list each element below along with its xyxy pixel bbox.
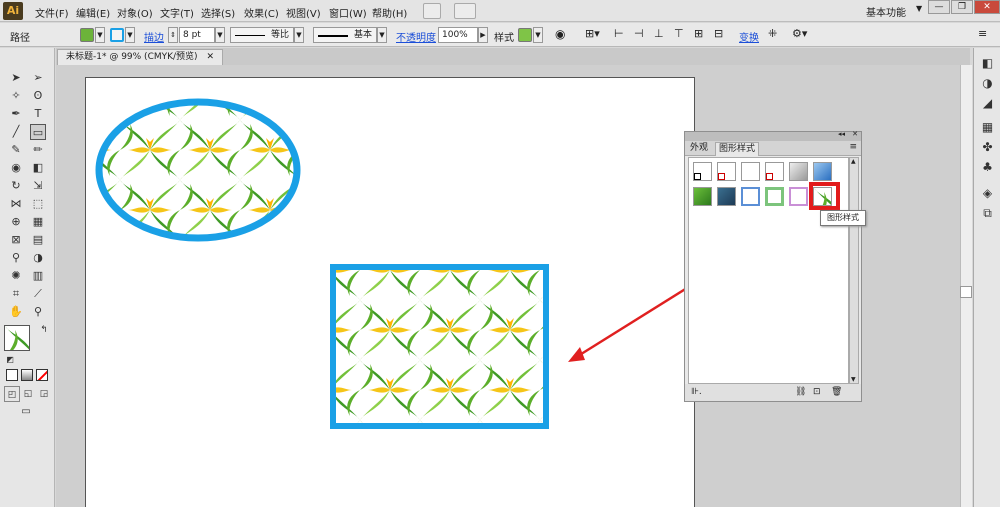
tab-graphic-styles[interactable]: 图形样式 — [715, 142, 760, 156]
style-purple-outline[interactable] — [789, 187, 808, 206]
color-panel-icon[interactable]: ◧ — [980, 56, 995, 71]
ellipse-shape[interactable] — [95, 98, 301, 242]
tooltip: 图形样式 — [820, 210, 866, 226]
symbols-panel-icon[interactable]: ♣ — [980, 160, 995, 175]
style-dark-texture[interactable] — [717, 187, 736, 206]
panel-titlebar[interactable]: ◂◂ ✕ — [685, 130, 861, 141]
collapse-panel-icon[interactable]: ◂◂ — [838, 130, 845, 138]
style-white[interactable] — [741, 162, 760, 181]
break-link-icon[interactable]: ⛓ — [795, 387, 806, 397]
style-blue-glow[interactable] — [813, 162, 832, 181]
style-default[interactable] — [693, 162, 712, 181]
swatches-panel-icon[interactable]: ▦ — [980, 120, 995, 135]
style-rgb[interactable] — [765, 162, 784, 181]
brushes-panel-icon[interactable]: ✤ — [980, 140, 995, 155]
graphic-styles-grid — [688, 157, 849, 384]
graphic-styles-panel: ◂◂ ✕ 外观 图形样式 ≡ ▲ ▼ ⊪. ⛓ ⊡ 🗑 — [684, 130, 862, 402]
selected-style-highlight — [809, 182, 840, 210]
close-panel-icon[interactable]: ✕ — [852, 130, 858, 138]
gradient-panel-icon[interactable]: ◢ — [980, 96, 995, 111]
color-guide-icon[interactable]: ◑ — [980, 76, 995, 91]
style-blue-outline[interactable] — [741, 187, 760, 206]
delete-style-icon[interactable]: 🗑 — [831, 387, 842, 397]
scroll-up-icon[interactable]: ▲ — [851, 158, 856, 165]
new-style-icon[interactable]: ⊡ — [813, 387, 821, 397]
annotation-arrow-head — [568, 347, 585, 362]
panel-scrollbar[interactable]: ▲ ▼ — [849, 157, 859, 384]
panel-options-icon[interactable]: ≡ — [849, 142, 857, 152]
rectangle-shape[interactable] — [330, 264, 549, 429]
style-green-outline[interactable] — [765, 187, 784, 206]
artboards-panel-icon[interactable]: ⧉ — [980, 206, 995, 221]
style-green-texture[interactable] — [693, 187, 712, 206]
panel-tabs: 外观 图形样式 ≡ — [685, 141, 861, 156]
tab-appearance[interactable]: 外观 — [687, 142, 711, 156]
panel-footer: ⊪. ⛓ ⊡ 🗑 — [685, 384, 861, 401]
layers-panel-icon[interactable]: ◈ — [980, 186, 995, 201]
right-dock: ◧ ◑ ◢ ▦ ✤ ♣ ◈ ⧉ — [973, 48, 1000, 507]
style-libraries-icon[interactable]: ⊪. — [691, 387, 702, 397]
style-default-cmyk[interactable] — [717, 162, 736, 181]
style-shadow[interactable] — [789, 162, 808, 181]
scroll-down-icon[interactable]: ▼ — [851, 376, 856, 383]
